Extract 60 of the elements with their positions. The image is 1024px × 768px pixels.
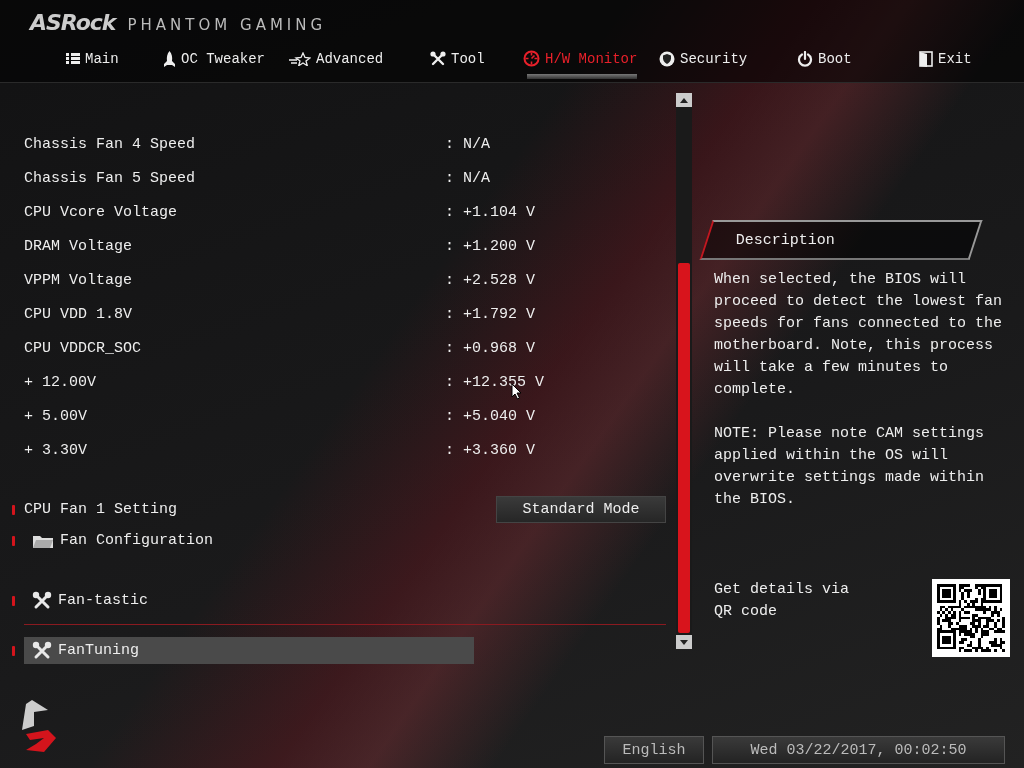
down-arrow-icon <box>680 639 688 645</box>
description-text: NOTE: Please note CAM settings applied within the OS will overwrite settings made within the BIOS. <box>714 424 986 510</box>
menu-tab[interactable]: Boot <box>793 44 856 79</box>
reading-value: : +0.968 V <box>445 339 536 357</box>
reading-label: DRAM Voltage <box>24 237 134 255</box>
qr-caption: Get details via QR code <box>714 580 851 622</box>
reading-value: : N/A <box>445 135 491 153</box>
fan-mode-button[interactable]: Standard Mode <box>496 496 666 523</box>
item-marker <box>12 645 15 656</box>
power-icon <box>797 50 813 67</box>
item-marker <box>12 504 15 515</box>
menu-tab[interactable]: Security <box>655 44 752 79</box>
reading-label: + 5.00V <box>24 407 88 425</box>
brand-logo: ASRock <box>30 10 116 35</box>
reading-label: Chassis Fan 5 Speed <box>24 169 197 187</box>
shield-icon <box>659 50 675 67</box>
reading-label: CPU VDD 1.8V <box>24 305 134 323</box>
reading-label: VPPM Voltage <box>24 271 134 289</box>
scrollbar-thumb[interactable] <box>678 263 690 633</box>
language-button[interactable]: English <box>604 736 704 764</box>
menu-tab[interactable]: Exit <box>915 44 976 79</box>
tools-icon <box>32 590 52 611</box>
scrollbar[interactable] <box>676 93 692 649</box>
up-arrow-icon <box>680 97 688 103</box>
gauge-icon <box>523 50 540 67</box>
reading-value: : +2.528 V <box>445 271 536 289</box>
description-header: Description <box>699 220 983 260</box>
door-icon <box>919 50 933 67</box>
menu-item[interactable]: CPU Fan 1 Setting <box>24 496 186 523</box>
reading-label: CPU Vcore Voltage <box>24 203 179 221</box>
tools-icon <box>430 50 446 67</box>
menu-tab[interactable]: OC Tweaker <box>159 44 269 79</box>
description-text: When selected, the BIOS will proceed to detect the lowest fan speeds for fans connected to the motherboard. Note, this process will take a few minutes to complete. <box>714 270 1004 400</box>
scroll-up-button[interactable] <box>676 93 692 107</box>
rocket-icon <box>163 50 176 67</box>
brand-subtitle: PHANTOM GAMING <box>127 16 327 34</box>
reading-label: Chassis Fan 4 Speed <box>24 135 197 153</box>
reading-value: : +3.360 V <box>445 441 536 459</box>
star-icon <box>289 51 311 66</box>
reading-value: : +12.355 V <box>445 373 546 391</box>
menu-item[interactable]: Fan-tastic <box>24 587 156 614</box>
reading-label: CPU VDDCR_SOC <box>24 339 143 357</box>
reading-value: : +5.040 V <box>445 407 536 425</box>
scroll-down-button[interactable] <box>676 635 692 649</box>
reading-label: + 12.00V <box>24 373 97 391</box>
tools-icon <box>32 640 52 661</box>
list-icon <box>66 52 80 65</box>
selected-menu-item[interactable]: FanTuning <box>24 637 474 664</box>
menu-tab[interactable]: Tool <box>426 44 489 79</box>
reading-value: : +1.104 V <box>445 203 536 221</box>
date-time-display: Wed 03/22/2017, 00:02:50 <box>712 736 1005 764</box>
menu-item[interactable]: Fan Configuration <box>24 527 222 554</box>
reading-value: : +1.200 V <box>445 237 536 255</box>
item-marker <box>12 535 15 546</box>
menu-tab[interactable]: Main <box>62 44 123 79</box>
menu-tab[interactable]: Advanced <box>285 44 388 79</box>
reading-value: : N/A <box>445 169 491 187</box>
reading-label: + 3.30V <box>24 441 88 459</box>
item-marker <box>12 595 15 606</box>
reading-value: : +1.792 V <box>445 305 536 323</box>
